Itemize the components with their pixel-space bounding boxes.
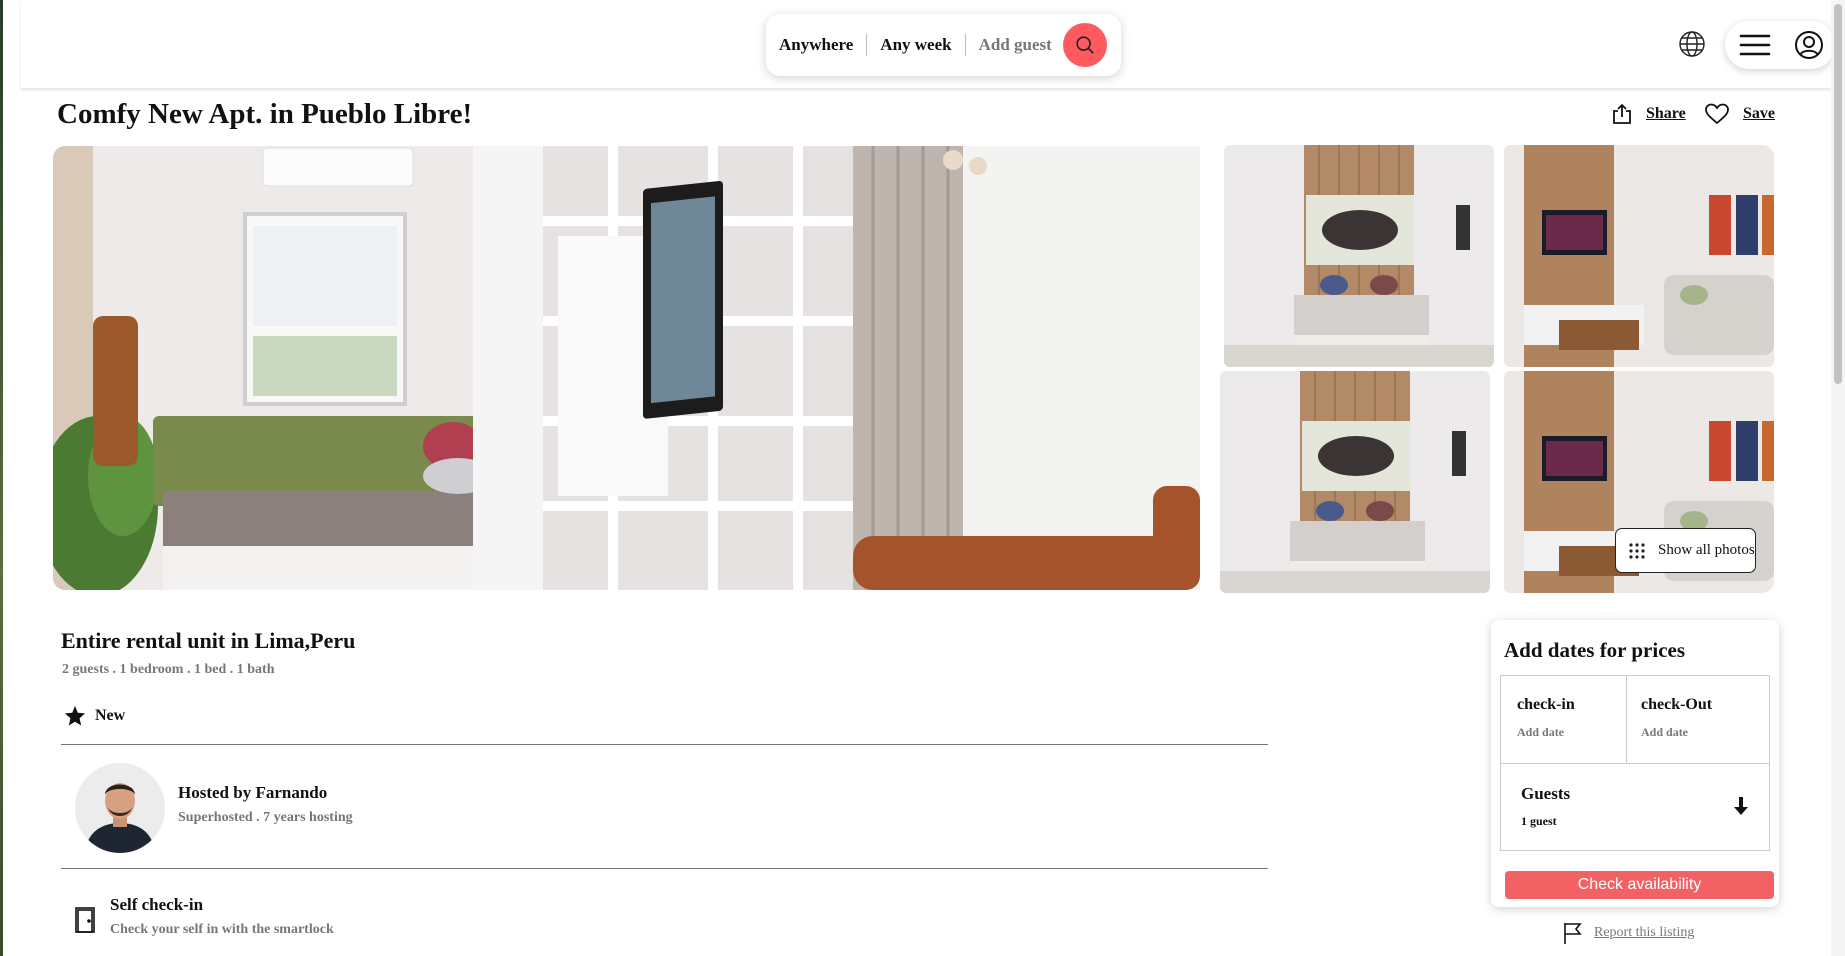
share-icon <box>1613 103 1631 124</box>
checkout-value[interactable]: Add date <box>1641 725 1688 740</box>
new-badge: New <box>64 705 125 726</box>
search-anywhere[interactable]: Anywhere <box>766 35 866 55</box>
divider <box>1501 763 1769 764</box>
report-listing-link[interactable]: Report this listing <box>1562 921 1694 945</box>
divider <box>61 744 1268 745</box>
arrow-down-icon[interactable] <box>1733 796 1749 816</box>
living-room-image <box>53 146 1200 590</box>
photo-thumbnail[interactable] <box>1220 371 1490 593</box>
door-icon <box>75 907 95 933</box>
report-listing-label[interactable]: Report this listing <box>1594 925 1694 941</box>
user-menu-button[interactable] <box>1725 21 1835 69</box>
share-button[interactable]: Share <box>1612 103 1686 125</box>
check-availability-button[interactable]: Check availability <box>1505 871 1774 899</box>
grid-dots-icon <box>1629 542 1645 559</box>
divider <box>1626 676 1627 763</box>
listing-heading: Entire rental unit in Lima,Peru <box>61 628 356 653</box>
page-edge <box>0 0 3 956</box>
listing-title: Comfy New Apt. in Pueblo Libre! <box>57 98 473 130</box>
hamburger-icon <box>1739 34 1771 56</box>
listing-summary: 2 guests . 1 bedroom . 1 bed . 1 bath <box>62 662 275 677</box>
host-subtitle: Superhosted . 7 years hosting <box>178 810 353 825</box>
guests-label[interactable]: Guests <box>1521 784 1570 804</box>
checkin-value[interactable]: Add date <box>1517 725 1564 740</box>
photo-thumbnail[interactable] <box>1224 145 1494 367</box>
save-button[interactable]: Save <box>1705 103 1775 125</box>
scrollbar-thumb[interactable] <box>1834 4 1842 384</box>
booking-title: Add dates for prices <box>1504 638 1686 662</box>
globe-icon[interactable] <box>1678 30 1706 58</box>
save-label[interactable]: Save <box>1743 105 1775 123</box>
new-label: New <box>95 706 126 724</box>
user-circle-icon <box>1795 31 1823 59</box>
divider <box>61 868 1268 869</box>
main-photo[interactable] <box>53 146 1200 590</box>
flag-icon <box>1564 923 1582 944</box>
show-all-photos-button[interactable]: Show all photos <box>1615 528 1756 573</box>
search-bar[interactable]: Anywhere Any week Add guest <box>766 14 1121 76</box>
booking-card: Add dates for prices check-in Add date c… <box>1491 620 1779 907</box>
scrollbar[interactable] <box>1831 0 1845 956</box>
search-button[interactable] <box>1063 23 1107 67</box>
host-portrait <box>75 763 165 853</box>
bedroom-image <box>1220 371 1490 593</box>
date-guest-picker: check-in Add date check-Out Add date Gue… <box>1500 675 1770 851</box>
show-all-photos-label: Show all photos <box>1658 542 1755 558</box>
search-icon <box>1076 36 1094 54</box>
checkin-label[interactable]: check-in <box>1517 696 1575 714</box>
feature-title: Self check-in <box>110 895 204 914</box>
search-add-guest[interactable]: Add guest <box>966 35 1065 55</box>
guests-value[interactable]: 1 guest <box>1521 814 1557 829</box>
host-avatar[interactable] <box>75 763 165 853</box>
feature-subtitle: Check your self in with the smartlock <box>110 922 334 937</box>
photo-thumbnail[interactable] <box>1504 145 1774 367</box>
star-icon <box>64 705 86 726</box>
bedroom-image <box>1224 145 1494 367</box>
checkout-label[interactable]: check-Out <box>1641 696 1712 714</box>
share-label[interactable]: Share <box>1646 105 1686 123</box>
top-header: Anywhere Any week Add guest <box>21 0 1835 88</box>
search-any-week[interactable]: Any week <box>867 35 964 55</box>
heart-icon <box>1705 103 1729 125</box>
host-name: Hosted by Farnando <box>178 783 328 802</box>
living-room-tv-image <box>1504 145 1774 367</box>
